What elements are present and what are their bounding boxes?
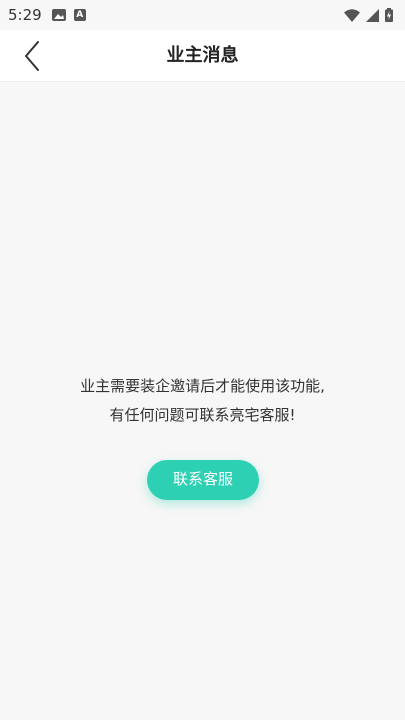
page-title: 业主消息: [166, 45, 239, 66]
a-notification-icon: A: [73, 9, 86, 21]
message-line-1: 业主需要装企邀请后才能使用该功能,: [80, 377, 325, 395]
battery-icon: [385, 8, 393, 22]
status-notification-icons: A: [51, 9, 86, 21]
signal-icon: [366, 8, 379, 22]
message-line-2: 有任何问题可联系亮宅客服!: [109, 406, 296, 424]
back-button[interactable]: [18, 40, 46, 72]
status-system-icons: [344, 8, 393, 22]
info-message: 业主需要装企邀请后才能使用该功能, 有任何问题可联系亮宅客服!: [0, 372, 405, 430]
status-bar: 5:29 A: [0, 0, 405, 30]
app-header: 业主消息: [0, 30, 405, 82]
wifi-icon: [344, 8, 360, 22]
image-notification-icon: [51, 9, 66, 21]
chevron-left-icon: [25, 41, 39, 71]
contact-service-button[interactable]: 联系客服: [147, 460, 259, 500]
status-time: 5:29: [8, 6, 42, 24]
content-area: 业主需要装企邀请后才能使用该功能, 有任何问题可联系亮宅客服! 联系客服: [0, 82, 405, 720]
